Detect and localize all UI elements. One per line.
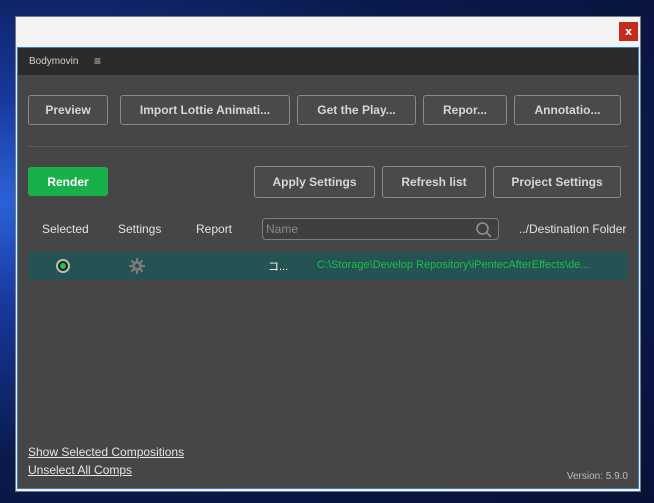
gear-icon[interactable] bbox=[129, 258, 145, 274]
column-header-settings: Settings bbox=[118, 222, 162, 236]
get-player-button[interactable]: Get the Play... bbox=[297, 95, 416, 125]
search-input[interactable] bbox=[266, 221, 466, 237]
hamburger-menu-icon[interactable]: ≡ bbox=[94, 54, 101, 68]
project-settings-button[interactable]: Project Settings bbox=[493, 166, 621, 198]
column-header-destination: ../Destination Folder bbox=[519, 222, 627, 236]
apply-settings-button[interactable]: Apply Settings bbox=[254, 166, 375, 198]
composition-selected-radio[interactable] bbox=[56, 259, 70, 273]
render-button[interactable]: Render bbox=[28, 167, 108, 196]
version-label: Version: 5.9.0 bbox=[566, 471, 628, 482]
report-button[interactable]: Repor... bbox=[423, 95, 507, 125]
unselect-all-comps-link[interactable]: Unselect All Comps bbox=[28, 463, 132, 477]
composition-report[interactable]: コ... bbox=[268, 258, 288, 274]
preview-button[interactable]: Preview bbox=[28, 95, 108, 125]
toolbar-divider bbox=[28, 146, 628, 147]
annotations-button[interactable]: Annotatio... bbox=[514, 95, 621, 125]
column-header-selected: Selected bbox=[42, 222, 89, 236]
window-titlebar[interactable]: x bbox=[16, 17, 640, 47]
import-lottie-button[interactable]: Import Lottie Animati... bbox=[120, 95, 290, 125]
show-selected-compositions-link[interactable]: Show Selected Compositions bbox=[28, 445, 184, 459]
refresh-list-button[interactable]: Refresh list bbox=[382, 166, 486, 198]
radio-checked-dot bbox=[60, 263, 66, 269]
column-header-report: Report bbox=[196, 222, 233, 236]
search-box bbox=[262, 218, 499, 240]
composition-destination-path[interactable]: C:\Storage\Develop Repository\iPentecAft… bbox=[317, 259, 622, 271]
search-icon[interactable] bbox=[475, 221, 493, 239]
bodymovin-panel: Bodymovin ≡ Preview Import Lottie Animat… bbox=[17, 47, 639, 489]
panel-header: Bodymovin ≡ bbox=[18, 48, 638, 75]
window-close-button[interactable]: x bbox=[619, 22, 638, 41]
panel-title: Bodymovin bbox=[29, 56, 79, 67]
app-window: x Bodymovin ≡ Preview Import Lottie Anim… bbox=[15, 16, 641, 492]
composition-row[interactable]: コ... C:\Storage\Develop Repository\iPent… bbox=[28, 252, 628, 280]
